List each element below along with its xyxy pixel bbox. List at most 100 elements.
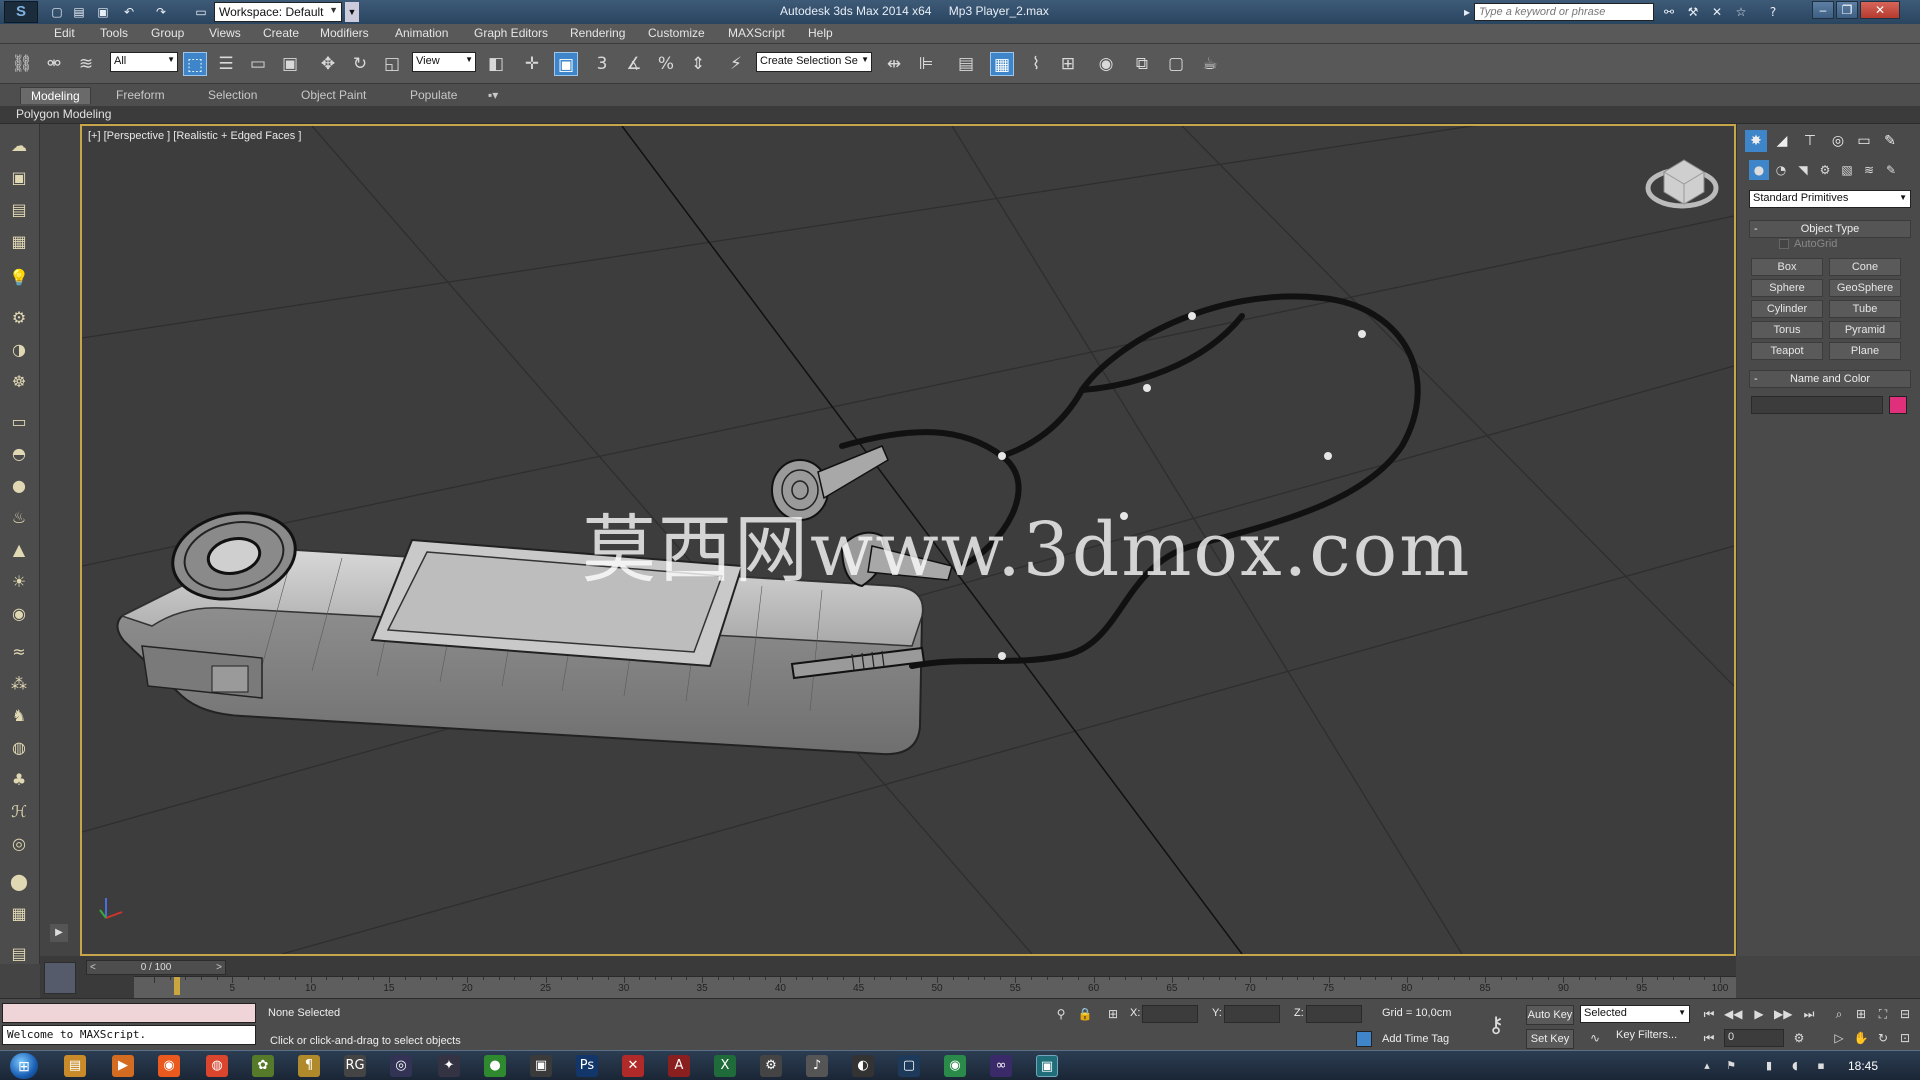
track-bar-current-frame[interactable] bbox=[174, 977, 180, 995]
sphere-button[interactable]: Sphere bbox=[1751, 279, 1823, 297]
menu-tools[interactable]: Tools bbox=[100, 26, 128, 40]
systems-icon[interactable]: ✎ bbox=[1881, 160, 1901, 180]
maximize-button[interactable]: ❐ bbox=[1836, 1, 1858, 19]
menu-rendering[interactable]: Rendering bbox=[570, 26, 625, 40]
key-mode-toggle-icon[interactable]: ⏮ bbox=[1700, 1029, 1718, 1047]
plane-button[interactable]: Plane bbox=[1829, 342, 1901, 360]
align-icon[interactable]: ⊫ bbox=[914, 52, 938, 76]
key-mode-dropdown[interactable]: Selected ▼ bbox=[1580, 1005, 1690, 1023]
hierarchy-tab-icon[interactable]: ⊤ bbox=[1799, 130, 1821, 152]
maxscript-mini-listener[interactable]: Welcome to MAXScript. bbox=[2, 1025, 256, 1045]
particle-icon[interactable]: ⁂ bbox=[7, 672, 31, 696]
plane-object-icon[interactable]: ▭ bbox=[7, 410, 31, 434]
helpers-icon[interactable]: ▧ bbox=[1837, 160, 1857, 180]
next-frame-icon[interactable]: ▶▶ bbox=[1774, 1005, 1792, 1023]
current-frame-field[interactable]: 0 bbox=[1724, 1029, 1784, 1047]
maxscript-mini-listener-output[interactable] bbox=[2, 1003, 256, 1023]
angle-snap-icon[interactable]: ∡ bbox=[622, 52, 646, 76]
earphone-cable-model[interactable] bbox=[839, 293, 1421, 669]
menu-edit[interactable]: Edit bbox=[54, 26, 75, 40]
absolute-mode-icon[interactable]: ⊞ bbox=[1104, 1005, 1122, 1023]
render-production-icon[interactable]: ☕ bbox=[1198, 52, 1222, 76]
cylinder-button[interactable]: Cylinder bbox=[1751, 300, 1823, 318]
subscription-icon[interactable]: ⚒ bbox=[1684, 3, 1702, 21]
app-icon-rg[interactable]: RG bbox=[344, 1055, 366, 1077]
cameras-icon[interactable]: ⚙ bbox=[1815, 160, 1835, 180]
autogrid-checkbox[interactable]: AutoGrid bbox=[1779, 238, 1837, 250]
tab-modeling[interactable]: Modeling bbox=[20, 87, 91, 104]
rendered-frame-window-icon[interactable]: ▢ bbox=[1164, 52, 1188, 76]
app-icon-4[interactable]: ✦ bbox=[438, 1055, 460, 1077]
photoshop-icon[interactable]: Ps bbox=[576, 1055, 598, 1077]
tube-button[interactable]: Tube bbox=[1829, 300, 1901, 318]
app-icon-2[interactable]: ¶ bbox=[298, 1055, 320, 1077]
cone-button[interactable]: Cone bbox=[1829, 258, 1901, 276]
maximize-viewport-icon[interactable]: ⊡ bbox=[1896, 1029, 1914, 1047]
lights-icon[interactable]: ◥ bbox=[1793, 160, 1813, 180]
file-explorer-icon[interactable]: ▤ bbox=[64, 1055, 86, 1077]
tab-populate[interactable]: Populate bbox=[400, 87, 467, 103]
go-to-end-icon[interactable]: ⏭ bbox=[1800, 1005, 1818, 1023]
search-input[interactable]: Type a keyword or phrase bbox=[1474, 3, 1654, 21]
time-slider[interactable]: < 0 / 100 > bbox=[86, 960, 226, 975]
app-icon-8[interactable]: ♪ bbox=[806, 1055, 828, 1077]
help-icon[interactable]: ? bbox=[1764, 3, 1782, 21]
app-icon-3[interactable]: ◎ bbox=[390, 1055, 412, 1077]
geometry-icon[interactable]: ● bbox=[1749, 160, 1769, 180]
camera-icon[interactable]: ⚙ bbox=[7, 306, 31, 330]
torus-button[interactable]: Torus bbox=[1751, 321, 1823, 339]
select-by-name-icon[interactable]: ☰ bbox=[214, 52, 238, 76]
primitive-category-dropdown[interactable]: Standard Primitives ▼ bbox=[1749, 190, 1911, 208]
app-menu-logo[interactable]: S bbox=[4, 1, 38, 23]
menu-modifiers[interactable]: Modifiers bbox=[320, 26, 369, 40]
ribbon-options-icon[interactable]: ▪▾ bbox=[478, 87, 508, 103]
app-icon-9[interactable]: ◐ bbox=[852, 1055, 874, 1077]
y-coordinate-field[interactable] bbox=[1224, 1005, 1280, 1023]
globe-icon[interactable]: ◍ bbox=[7, 736, 31, 760]
plant-icon[interactable]: ♣ bbox=[7, 768, 31, 792]
binoculars-icon[interactable]: ⚯ bbox=[1660, 3, 1678, 21]
menu-help[interactable]: Help bbox=[808, 26, 833, 40]
omni-light-icon[interactable]: ◉ bbox=[7, 602, 31, 626]
motion-tab-icon[interactable]: ◎ bbox=[1827, 130, 1849, 152]
schematic-view-icon[interactable]: ⊞ bbox=[1056, 52, 1080, 76]
zoom-extents-icon[interactable]: ⛶ bbox=[1874, 1005, 1892, 1023]
action-center-icon[interactable]: ⚑ bbox=[1724, 1059, 1738, 1073]
app-icon-7[interactable]: ✕ bbox=[622, 1055, 644, 1077]
app-icon-6[interactable]: ▣ bbox=[530, 1055, 552, 1077]
tab-object-paint[interactable]: Object Paint bbox=[291, 87, 376, 103]
key-filters-button[interactable]: Key Filters... bbox=[1616, 1029, 1677, 1041]
shapes-icon[interactable]: ◔ bbox=[1771, 160, 1791, 180]
menu-maxscript[interactable]: MAXScript bbox=[728, 26, 785, 40]
helper-icon[interactable]: ◑ bbox=[7, 338, 31, 362]
add-time-tag[interactable]: Add Time Tag bbox=[1382, 1033, 1449, 1045]
spinner-snap-icon[interactable]: ⇕ bbox=[686, 52, 710, 76]
graphite-modeling-tools-icon[interactable]: ▦ bbox=[990, 52, 1014, 76]
curve-editor-icon[interactable]: ⌇ bbox=[1024, 52, 1048, 76]
autocad-icon[interactable]: A bbox=[668, 1055, 690, 1077]
time-slider-prev-icon[interactable]: < bbox=[90, 961, 96, 974]
new-scene-icon[interactable]: ▢ bbox=[48, 3, 66, 21]
teapot-button[interactable]: Teapot bbox=[1751, 342, 1823, 360]
layer-manager-icon[interactable]: ▤ bbox=[954, 52, 978, 76]
zoom-icon[interactable]: ⌕ bbox=[1830, 1005, 1848, 1023]
track-bar[interactable]: 5 10 15 20 25 30 35 40 45 50 55 60 65 70 75 80 85 90 95 100 bbox=[134, 976, 1736, 998]
communication-icon[interactable]: ✕ bbox=[1708, 3, 1726, 21]
app-icon-5[interactable]: ● bbox=[484, 1055, 506, 1077]
set-keys-key-icon[interactable]: ⚷ bbox=[1488, 1013, 1504, 1038]
firefox-icon[interactable]: ◉ bbox=[158, 1055, 180, 1077]
mini-curve-editor-toggle[interactable] bbox=[44, 962, 76, 994]
selection-lock-icon[interactable]: 🔒 bbox=[1076, 1005, 1094, 1023]
modify-tab-icon[interactable]: ◢ bbox=[1771, 130, 1793, 152]
box-button[interactable]: Box bbox=[1751, 258, 1823, 276]
hemisphere-icon[interactable]: ◓ bbox=[7, 442, 31, 466]
perspective-viewport[interactable]: [+] [Perspective ] [Realistic + Edged Fa… bbox=[80, 124, 1736, 956]
x-coordinate-field[interactable] bbox=[1142, 1005, 1198, 1023]
close-button[interactable]: ✕ bbox=[1860, 1, 1900, 19]
project-folder-icon[interactable]: ▭ bbox=[192, 3, 210, 21]
zoom-extents-all-icon[interactable]: ⊟ bbox=[1896, 1005, 1914, 1023]
menu-group[interactable]: Group bbox=[151, 26, 184, 40]
isolate-selection-icon[interactable]: ⚲ bbox=[1052, 1005, 1070, 1023]
field-of-view-icon[interactable]: ▷ bbox=[1830, 1029, 1848, 1047]
keyboard-shortcut-override-icon[interactable]: ▣ bbox=[554, 52, 578, 76]
